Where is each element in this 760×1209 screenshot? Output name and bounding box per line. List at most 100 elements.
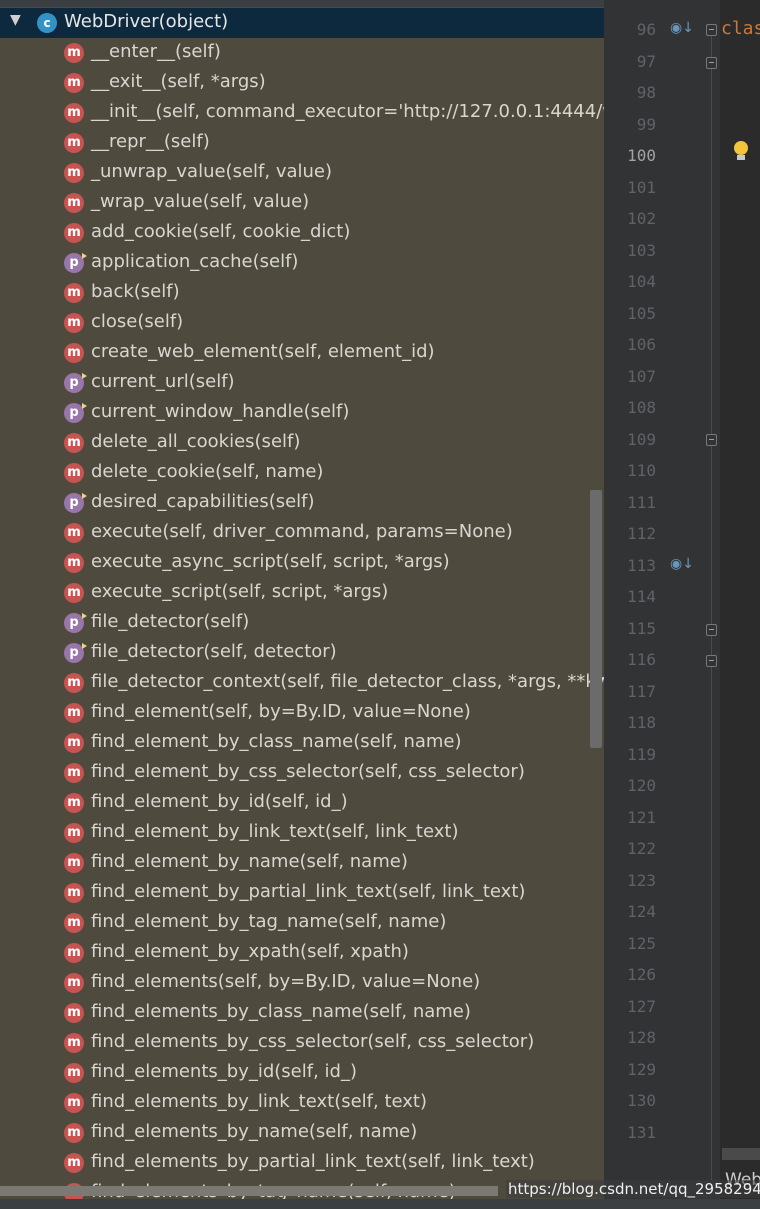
tree-item-label: application_cache(self) — [91, 251, 299, 272]
editor-horizontal-scrollbar[interactable] — [722, 1148, 760, 1160]
fold-icon[interactable] — [706, 655, 717, 667]
fold-guide-line — [711, 30, 712, 1180]
tree-item-label: execute_script(self, script, *args) — [91, 581, 389, 602]
tree-item-method[interactable]: m find_element_by_tag_name(self, name) — [0, 908, 604, 938]
tree-item-method[interactable]: m back(self) — [0, 278, 604, 308]
tree-item-label: back(self) — [91, 281, 180, 302]
tree-item-method[interactable]: m execute_script(self, script, *args) — [0, 578, 604, 608]
tree-item-label: _wrap_value(self, value) — [91, 191, 310, 212]
tree-item-method[interactable]: m find_element_by_name(self, name) — [0, 848, 604, 878]
vertical-scrollbar[interactable] — [590, 490, 602, 748]
line-number: 103 — [627, 240, 656, 260]
line-number: 130 — [627, 1091, 656, 1110]
method-icon: m — [64, 1063, 84, 1083]
horizontal-scrollbar[interactable] — [0, 1186, 498, 1196]
method-icon: m — [64, 1003, 84, 1023]
tree-item-property[interactable]: p desired_capabilities(self) — [0, 488, 604, 518]
line-number: 125 — [627, 933, 656, 953]
property-icon: p — [64, 373, 87, 393]
line-number: 124 — [627, 902, 656, 921]
method-icon: m — [64, 43, 84, 63]
line-number: 100 — [627, 146, 656, 165]
tree-item-method[interactable]: m find_elements_by_link_text(self, text) — [0, 1088, 604, 1118]
line-number: 131 — [627, 1122, 656, 1142]
method-icon: m — [64, 883, 84, 903]
tree-item-method[interactable]: m execute_async_script(self, script, *arg… — [0, 548, 604, 578]
tree-item-method[interactable]: m add_cookie(self, cookie_dict) — [0, 218, 604, 248]
tree-item-method[interactable]: m find_elements_by_partial_link_text(self… — [0, 1148, 604, 1178]
tree-item-method[interactable]: m __init__(self, command_executor='http:/… — [0, 98, 604, 128]
tree-item-property[interactable]: p application_cache(self) — [0, 248, 604, 278]
method-icon: m — [64, 223, 84, 243]
method-icon: m — [64, 523, 84, 543]
tree-item-method[interactable]: m find_element_by_partial_link_text(self,… — [0, 878, 604, 908]
tree-item-method[interactable]: m find_element_by_class_name(self, name) — [0, 728, 604, 758]
override-icon[interactable]: ◉↓ — [670, 556, 694, 572]
line-number: 110 — [627, 461, 656, 480]
method-icon: m — [64, 313, 84, 333]
tree-item-label: delete_all_cookies(self) — [91, 431, 301, 452]
tree-item-method[interactable]: m find_element(self, by=By.ID, value=None… — [0, 698, 604, 728]
tree-item-method[interactable]: m _wrap_value(self, value) — [0, 188, 604, 218]
tree-item-method[interactable]: m execute(self, driver_command, params=No… — [0, 518, 604, 548]
fold-icon[interactable] — [706, 24, 717, 36]
tree-item-method[interactable]: m find_elements(self, by=By.ID, value=Non… — [0, 968, 604, 998]
tree-item-method[interactable]: m __exit__(self, *args) — [0, 68, 604, 98]
tree-item-method[interactable]: m find_element_by_xpath(self, xpath) — [0, 938, 604, 968]
override-icon[interactable]: ◉↓ — [670, 20, 694, 36]
tree-item-label: find_element_by_class_name(self, name) — [91, 731, 462, 752]
tree-item-label: __init__(self, command_executor='http://… — [91, 101, 604, 122]
tree-item-property[interactable]: p current_url(self) — [0, 368, 604, 398]
fold-icon[interactable] — [706, 434, 717, 446]
tree-item-method[interactable]: m find_element_by_id(self, id_) — [0, 788, 604, 818]
tree-item-property[interactable]: p current_window_handle(self) — [0, 398, 604, 428]
tree-root-webdriver[interactable]: ▼ c WebDriver(object) — [0, 8, 604, 38]
intention-bulb-icon[interactable] — [733, 140, 749, 162]
tree-item-method[interactable]: m create_web_element(self, element_id) — [0, 338, 604, 368]
tree-item-method[interactable]: m __enter__(self) — [0, 38, 604, 68]
tree-item-label: find_element_by_css_selector(self, css_s… — [91, 761, 525, 782]
method-icon: m — [64, 73, 84, 93]
method-icon: m — [64, 943, 84, 963]
tree-item-method[interactable]: m _unwrap_value(self, value) — [0, 158, 604, 188]
tree-item-label: __repr__(self) — [91, 131, 210, 152]
bulb-base — [737, 155, 745, 160]
tree-item-method[interactable]: m delete_all_cookies(self) — [0, 428, 604, 458]
tree-item-method[interactable]: m find_elements_by_class_name(self, name) — [0, 998, 604, 1028]
tree-item-property[interactable]: p file_detector(self, detector) — [0, 638, 604, 668]
fold-icon[interactable] — [706, 624, 717, 636]
line-number: 105 — [627, 303, 656, 323]
line-number: 115 — [627, 618, 656, 638]
tree-item-property[interactable]: p file_detector(self) — [0, 608, 604, 638]
tree-item-method[interactable]: m find_elements_by_css_selector(self, css… — [0, 1028, 604, 1058]
tree-item-label: find_elements(self, by=By.ID, value=None… — [91, 971, 481, 992]
line-number: 121 — [627, 807, 656, 827]
line-number: 116 — [627, 650, 656, 669]
tree-item-label: delete_cookie(self, name) — [91, 461, 324, 482]
tree-item-label: __enter__(self) — [91, 41, 221, 62]
line-number: 127 — [627, 996, 656, 1016]
tree-item-method[interactable]: m file_detector_context(self, file_detect… — [0, 668, 604, 698]
line-number: 108 — [627, 398, 656, 417]
expand-arrow-icon[interactable]: ▼ — [10, 12, 21, 28]
line-number: 128 — [627, 1028, 656, 1047]
structure-panel: ▼ c WebDriver(object) m __enter__(self) m _… — [0, 0, 604, 1209]
watermark-text: https://blog.csdn.net/qq_29582947 — [506, 1180, 760, 1198]
line-number: 107 — [627, 366, 656, 386]
method-icon: m — [64, 703, 84, 723]
fold-icon[interactable] — [706, 57, 717, 69]
code-editor[interactable] — [720, 0, 760, 1209]
tree-item-method[interactable]: m find_element_by_css_selector(self, css_… — [0, 758, 604, 788]
tree-item-label: find_element(self, by=By.ID, value=None) — [91, 701, 471, 722]
tree-item-method[interactable]: m close(self) — [0, 308, 604, 338]
bottom-status-bar — [0, 1199, 760, 1209]
tree-item-method[interactable]: m find_element_by_link_text(self, link_te… — [0, 818, 604, 848]
tree-item-method[interactable]: m delete_cookie(self, name) — [0, 458, 604, 488]
tree-item-method[interactable]: m find_elements_by_id(self, id_) — [0, 1058, 604, 1088]
panel-top-strip — [0, 0, 604, 7]
method-icon: m — [64, 763, 84, 783]
method-icon: m — [64, 163, 84, 183]
tree-item-method[interactable]: m find_elements_by_name(self, name) — [0, 1118, 604, 1148]
tree-item-label: find_element_by_link_text(self, link_tex… — [91, 821, 459, 842]
tree-item-method[interactable]: m __repr__(self) — [0, 128, 604, 158]
